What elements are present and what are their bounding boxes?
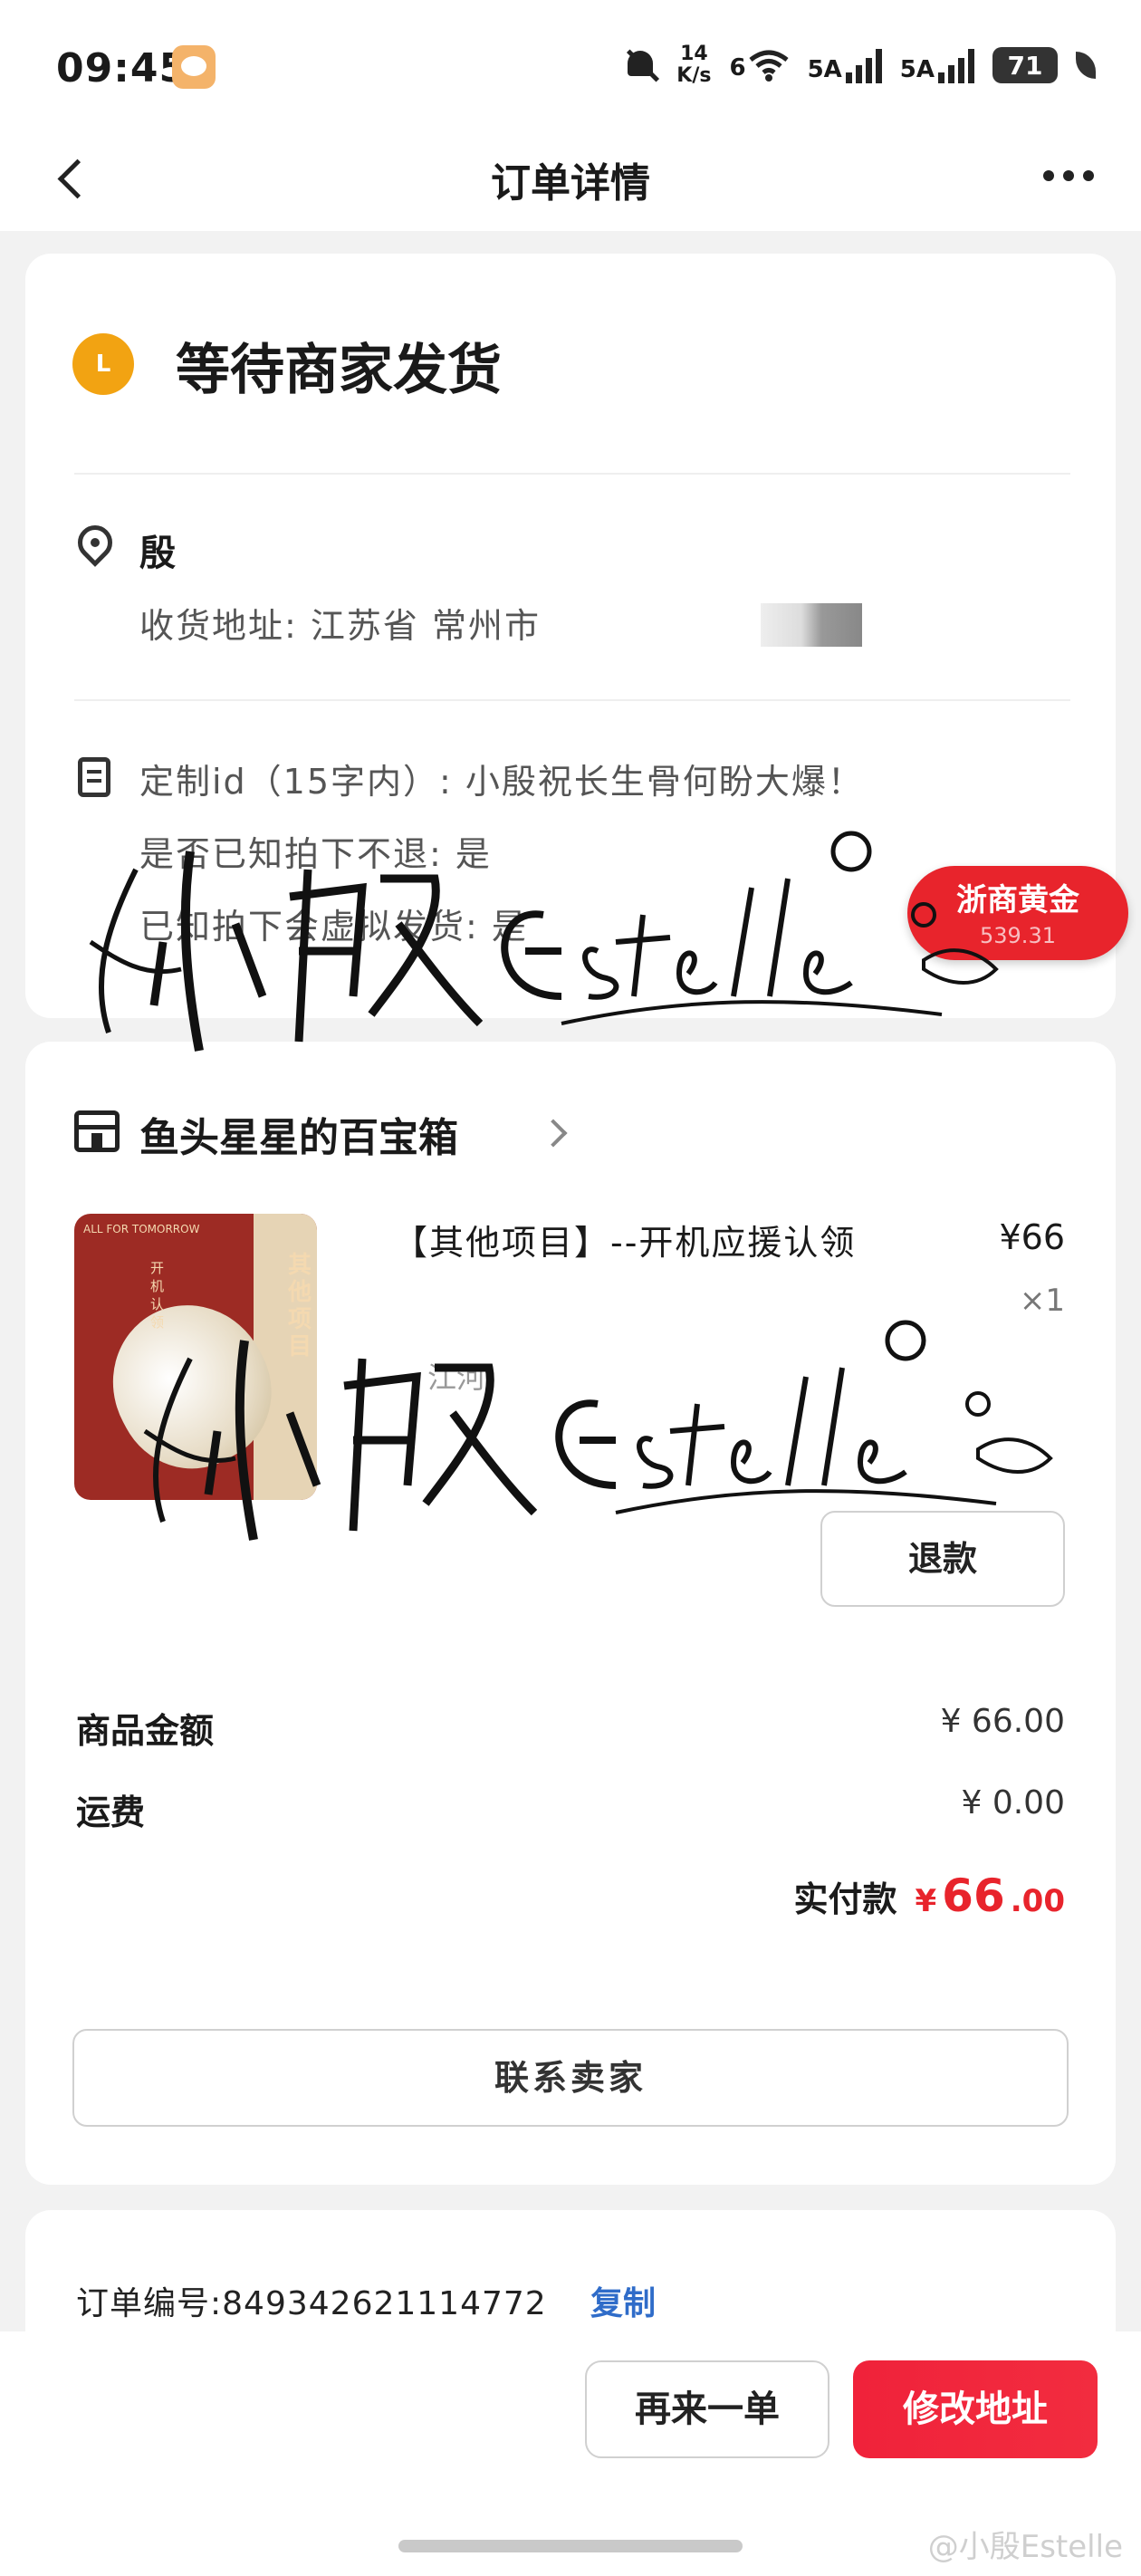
goods-amount-value: ¥ 66.00 [940,1703,1065,1740]
product-thumbnail[interactable]: ALL FOR TOMORROW 其他项目 开机认领 [74,1214,317,1500]
total-paid-currency: ¥ [915,1883,937,1919]
custom-field-line: 已知拍下会虚拟发货: 是 [139,907,528,947]
total-paid-row: 实付款 ¥ 66 .00 [793,1870,1065,1922]
product-spec: 江河 [427,1360,486,1395]
change-address-button[interactable]: 修改地址 [853,2360,1098,2458]
refund-button[interactable]: 退款 [820,1511,1065,1607]
shipping-fee-label: 运费 [76,1793,146,1832]
order-number-label: 订单编号: [76,2285,223,2322]
bell-muted-icon [622,45,658,85]
goods-amount-label: 商品金额 [76,1711,215,1751]
thumb-title: 其他项目 [288,1252,312,1360]
order-status-title: 等待商家发货 [176,339,502,402]
total-paid-label: 实付款 [793,1879,897,1919]
signal-2-icon: 5A [900,47,974,83]
recipient-name: 殷 [139,533,176,574]
shop-name[interactable]: 鱼头星星的百宝箱 [139,1105,458,1163]
net-speed: 14 K/s [676,43,711,87]
product-title[interactable]: 【其他项目】--开机应援认领 [393,1212,936,1274]
reorder-button[interactable]: 再来一单 [585,2360,829,2458]
location-pin-icon [71,518,120,567]
signal-1-label: 5A [807,56,842,83]
more-dots-icon[interactable] [1043,170,1094,181]
gold-price-float-badge[interactable]: 浙商黄金 539.31 [907,866,1128,960]
divider [74,699,1070,701]
order-items-card: 鱼头星星的百宝箱 ALL FOR TOMORROW 其他项目 开机认领 【其他项… [25,1042,1116,2185]
total-paid-decimal: .00 [1010,1883,1065,1919]
signal-2-label: 5A [899,56,935,83]
eco-leaf-icon [1076,52,1096,79]
custom-field-line: 是否已知拍下不退: 是 [139,834,492,874]
order-number: 订单编号:849342621114772 [76,2277,547,2324]
bottom-action-bar: 再来一单 修改地址 @小殷Estelle [0,2331,1141,2576]
note-icon [78,757,110,797]
status-bar: 09:45 14 K/s 6 5A 5A 71 [0,0,1141,127]
gold-badge-value: 539.31 [980,923,1056,948]
wifi-icon: 6 [729,49,789,82]
status-badge: L [72,333,134,395]
shipping-fee-value: ¥ 0.00 [961,1784,1065,1821]
product-quantity: ×1 [1019,1283,1065,1319]
signal-1-icon: 5A [808,47,882,83]
thumb-caption: ALL FOR TOMORROW [83,1223,200,1235]
total-paid-integer: 66 [942,1870,1005,1922]
address-redaction [761,603,862,647]
gold-badge-label: 浙商黄金 [956,882,1079,918]
thumb-small-text: 开机认领 [150,1260,165,1331]
product-price: ¥66 [999,1217,1065,1257]
contact-seller-button[interactable]: 联系卖家 [72,2029,1069,2127]
status-icons: 14 K/s 6 5A 5A 71 [622,43,1096,87]
app-notification-icon [172,45,216,89]
store-icon [74,1110,120,1152]
custom-field-line: 定制id（15字内）: 小殷祝长生骨何盼大爆！ [139,762,864,802]
copy-order-number-link[interactable]: 复制 [590,2277,656,2324]
chevron-right-icon[interactable] [539,1119,568,1148]
status-time: 09:45 [56,45,188,91]
page-title: 订单详情 [491,160,650,207]
net-speed-value: 14 [680,43,708,65]
shipping-address[interactable]: 收货地址: 江苏省 常州市 [139,598,541,648]
net-speed-unit: K/s [676,64,712,87]
nav-bar: 订单详情 [0,127,1141,231]
weibo-watermark: @小殷Estelle [927,2529,1123,2565]
order-number-value: 849342621114772 [222,2285,547,2322]
battery-icon: 71 [992,47,1058,83]
wifi-label: 6 [729,54,746,82]
divider [74,473,1070,475]
home-indicator[interactable] [398,2540,743,2552]
